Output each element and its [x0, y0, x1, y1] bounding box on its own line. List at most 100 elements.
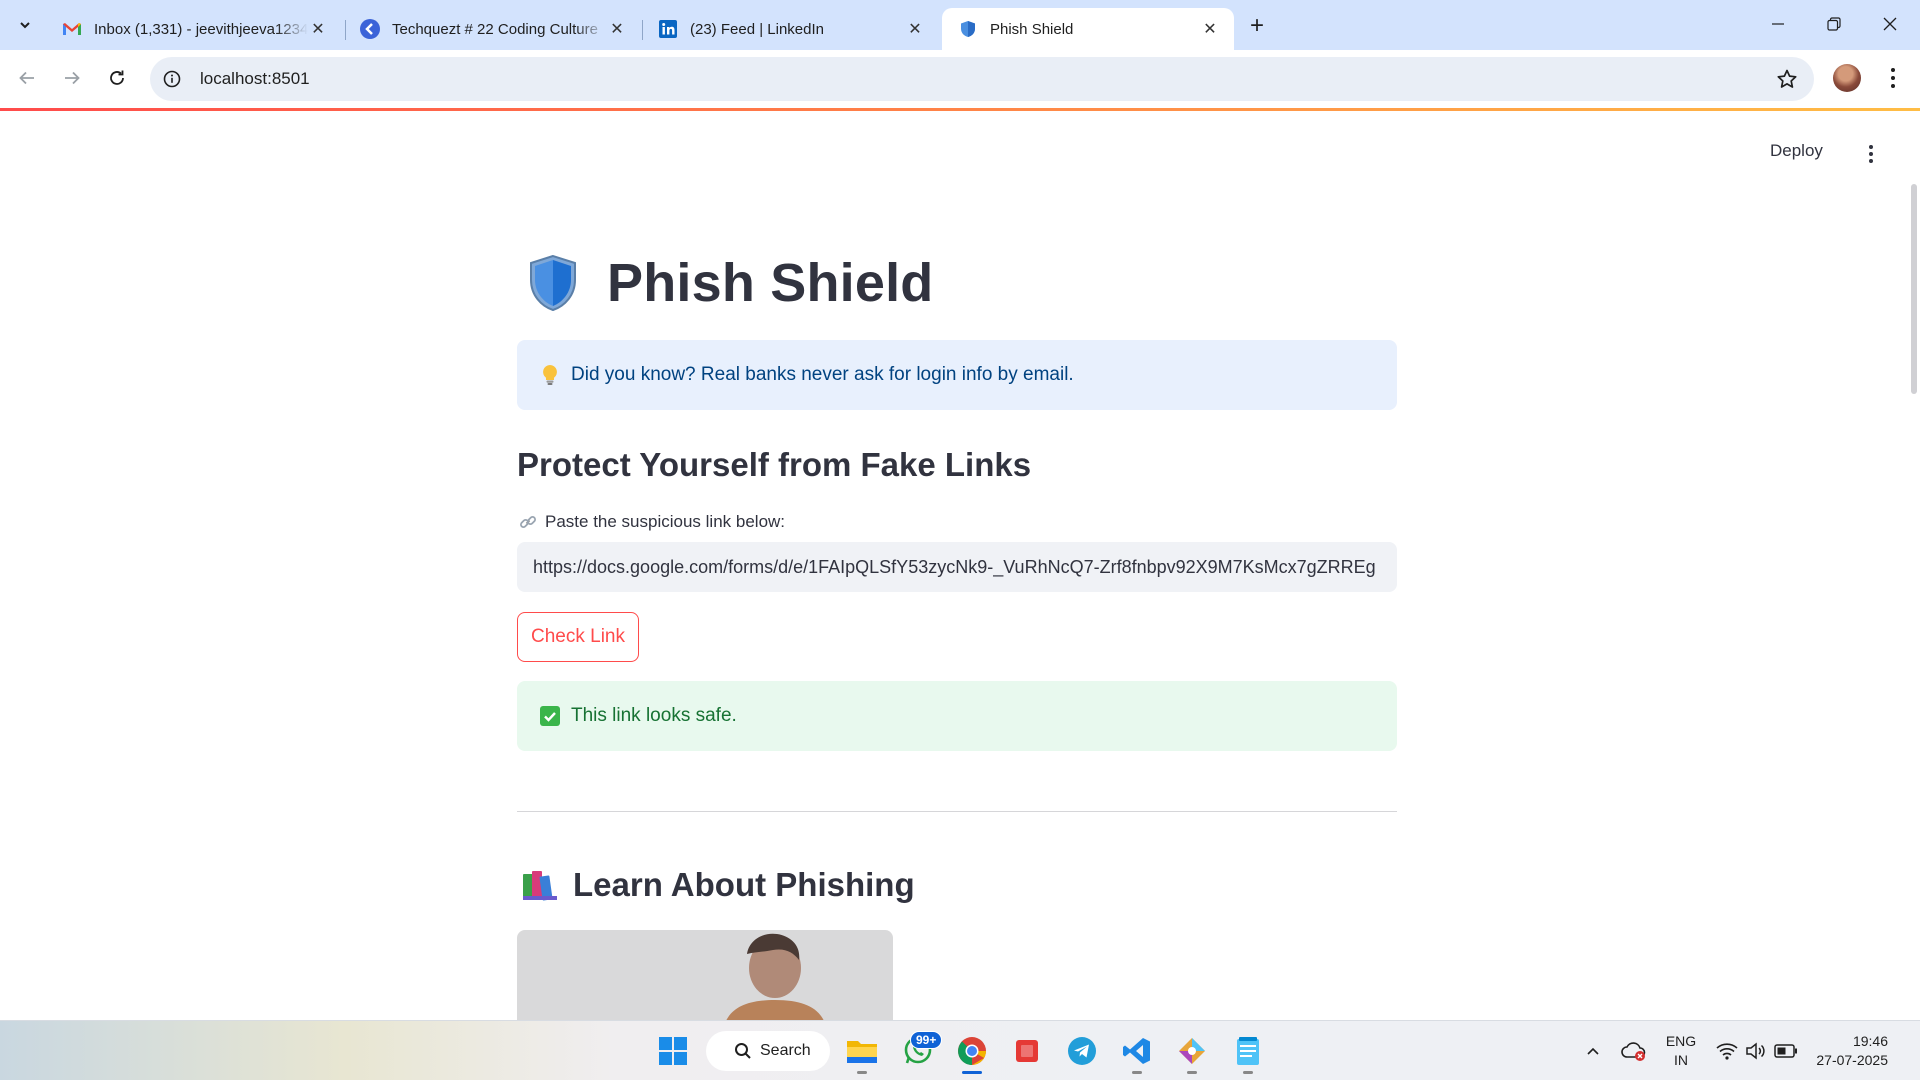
battery-icon [1774, 1044, 1797, 1058]
taskbar-search-label: Search [760, 1042, 811, 1059]
success-alert-text: This link looks safe. [571, 705, 737, 726]
tab-title: Techquezt # 22 Coding Culture [392, 20, 598, 38]
clock-time: 19:46 [1852, 1033, 1888, 1049]
vscode-button[interactable] [1121, 1035, 1153, 1067]
app-menu-icon[interactable] [1861, 144, 1881, 164]
running-indicator [1132, 1071, 1142, 1074]
restore-button[interactable] [1806, 0, 1862, 48]
notepad-button[interactable] [1232, 1035, 1264, 1067]
close-icon[interactable]: ✕ [905, 19, 925, 39]
tab-strip: Inbox (1,331) - jeevithjeeva1234 ✕ Techq… [0, 0, 1920, 50]
new-tab-button[interactable]: + [1243, 12, 1271, 40]
tab-linkedin[interactable]: (23) Feed | LinkedIn ✕ [642, 8, 939, 50]
close-icon[interactable]: ✕ [308, 19, 328, 39]
divider [517, 811, 1397, 812]
section-subheader: Protect Yourself from Fake Links [517, 446, 1032, 483]
url-input-label: Paste the suspicious link below: [519, 512, 785, 532]
techquezt-icon [360, 19, 380, 39]
chrome-icon [958, 1037, 986, 1065]
gmail-icon [62, 19, 82, 39]
notification-badge: 99+ [910, 1031, 943, 1049]
browser-toolbar: localhost:8501 [0, 50, 1920, 108]
clock-date: 27-07-2025 [1816, 1052, 1888, 1068]
cloud-error-icon [1621, 1042, 1646, 1061]
reload-button[interactable] [100, 61, 134, 95]
shield-icon [958, 19, 978, 39]
close-icon [1883, 17, 1897, 31]
chrome-button[interactable] [956, 1035, 988, 1067]
deploy-button[interactable]: Deploy [1770, 141, 1823, 161]
chevron-up-icon [1587, 1047, 1599, 1055]
wifi-button[interactable] [1711, 1035, 1743, 1067]
windows-icon [659, 1037, 687, 1065]
lightbulb-icon [539, 364, 561, 386]
check-mark-icon [539, 705, 561, 727]
battery-button[interactable] [1770, 1035, 1802, 1067]
info-alert-text: Did you know? Real banks never ask for l… [571, 364, 1074, 385]
close-icon[interactable]: ✕ [1200, 19, 1220, 39]
page-title: Phish Shield [607, 253, 934, 313]
bookmark-star-icon[interactable] [1776, 68, 1798, 90]
search-icon [735, 1043, 751, 1059]
volume-icon [1746, 1042, 1765, 1060]
restore-icon [1827, 17, 1841, 31]
page-title-row: Phish Shield [527, 252, 933, 314]
check-link-button[interactable]: Check Link [517, 612, 639, 662]
volume-button[interactable] [1740, 1035, 1772, 1067]
minimize-icon [1772, 23, 1784, 25]
close-window-button[interactable] [1862, 0, 1918, 48]
success-alert: This link looks safe. [517, 681, 1397, 751]
info-alert: Did you know? Real banks never ask for l… [517, 340, 1397, 410]
vscode-icon [1123, 1038, 1150, 1064]
slides-icon [1016, 1040, 1038, 1062]
arrow-left-icon [19, 71, 34, 85]
person-image [726, 933, 824, 1020]
address-bar[interactable]: localhost:8501 [150, 57, 1814, 101]
active-indicator [962, 1071, 982, 1074]
region-code: IN [1674, 1052, 1688, 1068]
show-hidden-icons-button[interactable] [1577, 1035, 1609, 1067]
running-indicator [857, 1071, 867, 1074]
clock[interactable]: 19:46 27-07-2025 [1808, 1032, 1888, 1070]
language-code: ENG [1665, 1033, 1697, 1049]
books-icon [523, 871, 557, 901]
tab-phish-shield[interactable]: Phish Shield ✕ [942, 8, 1234, 50]
linkedin-icon [658, 19, 678, 39]
wifi-icon [1716, 1043, 1738, 1060]
tab-gmail[interactable]: Inbox (1,331) - jeevithjeeva1234 ✕ [46, 8, 342, 50]
video-thumbnail[interactable] [517, 930, 893, 1020]
telegram-icon [1068, 1037, 1096, 1065]
language-indicator[interactable]: ENG IN [1660, 1032, 1702, 1070]
chevron-down-icon [20, 22, 30, 29]
forward-button[interactable] [55, 61, 89, 95]
git-app-button[interactable] [1176, 1035, 1208, 1067]
learn-heading-row: Learn About Phishing [521, 866, 915, 904]
page-viewport: Deploy Phish Shield Did you know? Real b… [0, 108, 1920, 1020]
scrollbar[interactable] [1911, 184, 1917, 394]
chrome-menu-icon[interactable] [1882, 64, 1904, 92]
url-input[interactable] [517, 542, 1397, 592]
presentation-app-button[interactable] [1011, 1035, 1043, 1067]
link-icon [520, 516, 536, 528]
taskbar: Search 99+ ENG IN 19:46 27-07-2025 [0, 1020, 1920, 1080]
url-text[interactable]: localhost:8501 [200, 69, 310, 89]
start-button[interactable] [657, 1035, 689, 1067]
site-info-icon[interactable] [162, 69, 182, 89]
tab-title: Phish Shield [990, 20, 1074, 38]
file-explorer-button[interactable] [846, 1035, 878, 1067]
notepad-icon [1237, 1037, 1259, 1065]
profile-avatar[interactable] [1833, 64, 1861, 92]
close-icon[interactable]: ✕ [607, 19, 627, 39]
tab-title: (23) Feed | LinkedIn [690, 20, 824, 38]
decoration-bar [0, 108, 1920, 111]
learn-heading: Learn About Phishing [573, 866, 915, 903]
back-button[interactable] [10, 61, 44, 95]
tab-techquezt[interactable]: Techquezt # 22 Coding Culture ✕ [344, 8, 641, 50]
tab-search-button[interactable] [10, 10, 40, 40]
taskbar-search[interactable]: Search [706, 1031, 830, 1071]
telegram-button[interactable] [1066, 1035, 1098, 1067]
minimize-button[interactable] [1750, 0, 1806, 48]
arrow-right-icon [65, 71, 80, 85]
onedrive-button[interactable] [1618, 1035, 1650, 1067]
git-icon [1179, 1038, 1205, 1064]
